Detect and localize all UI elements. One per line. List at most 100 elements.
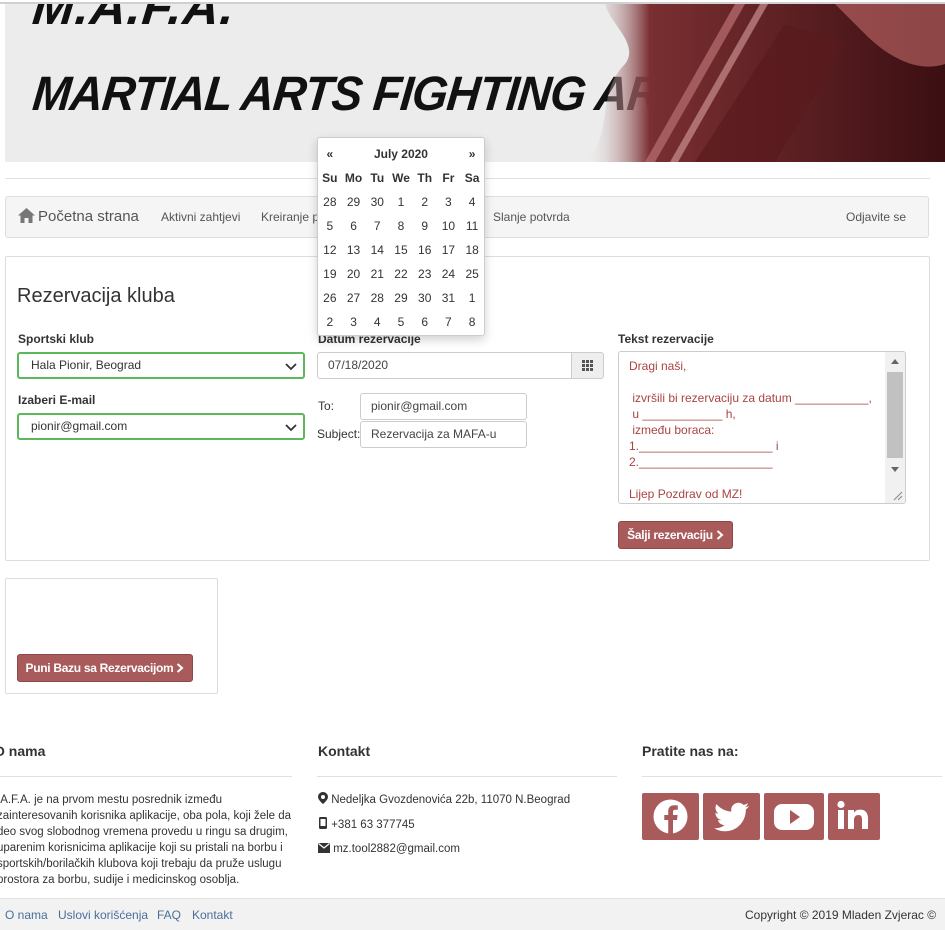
day-cell[interactable]: 7: [365, 214, 389, 238]
home-icon: [18, 208, 35, 223]
day-cell[interactable]: 8: [460, 310, 484, 334]
datepicker-prev[interactable]: «: [318, 142, 342, 166]
scroll-thumb[interactable]: [887, 372, 903, 458]
linkedin-button[interactable]: [828, 793, 880, 840]
footer-link-faq[interactable]: FAQ: [157, 908, 181, 922]
day-cell[interactable]: 4: [460, 190, 484, 214]
day-cell[interactable]: 4: [365, 310, 389, 334]
day-cell[interactable]: 30: [413, 286, 437, 310]
club-select[interactable]: Hala Pionir, Beograd: [17, 352, 305, 379]
day-cell[interactable]: 26: [318, 286, 342, 310]
weekday: Fr: [442, 171, 455, 185]
email-select-value: pionir@gmail.com: [31, 419, 128, 433]
nav-item-active-requests[interactable]: Aktivni zahtjevi: [161, 197, 240, 237]
footer-link-about[interactable]: O nama: [5, 908, 48, 922]
footer-link-contact[interactable]: Kontakt: [192, 908, 233, 922]
day-cell[interactable]: 21: [365, 262, 389, 286]
chevron-right-icon: [177, 663, 184, 673]
day-cell[interactable]: 5: [389, 310, 413, 334]
day-cell[interactable]: 3: [437, 190, 461, 214]
fill-db-button[interactable]: Puni Bazu sa Rezervacijom: [17, 654, 193, 682]
chevron-right-icon: [716, 530, 724, 540]
textarea-scrollbar[interactable]: [885, 352, 905, 503]
day-cell[interactable]: 30: [365, 190, 389, 214]
subject-input[interactable]: Rezervacija za MAFA-u: [360, 421, 527, 448]
footer-contact-heading: Kontakt: [318, 743, 371, 759]
day-cell[interactable]: 5: [318, 214, 342, 238]
weekday: Th: [417, 171, 433, 185]
weekday: Tu: [370, 171, 385, 185]
facebook-button[interactable]: [642, 793, 699, 840]
day-cell[interactable]: 24: [437, 262, 461, 286]
day-cell[interactable]: 16: [413, 238, 437, 262]
copyright: Copyright © 2019 Mladen Zvjerac ©: [745, 908, 937, 922]
day-cell[interactable]: 27: [342, 286, 366, 310]
day-cell[interactable]: 15: [389, 238, 413, 262]
footer-address: Nedeljka Gvozdenovića 22b, 11070 N.Beogr…: [318, 792, 570, 808]
calendar-button[interactable]: [571, 352, 604, 379]
datepicker-popup: « July 2020 » Su Mo Tu We Th Fr Sa 28 29…: [317, 137, 485, 336]
day-cell[interactable]: 1: [460, 286, 484, 310]
day-cell[interactable]: 17: [437, 238, 461, 262]
reservation-text-area[interactable]: Dragi naši, izvršili bi rezervaciju za d…: [618, 351, 906, 504]
day-cell[interactable]: 31: [437, 286, 461, 310]
day-cell[interactable]: 28: [318, 190, 342, 214]
day-cell[interactable]: 19: [318, 262, 342, 286]
day-cell[interactable]: 11: [460, 214, 484, 238]
twitter-button[interactable]: [703, 793, 760, 840]
footer-email-text[interactable]: mz.tool2882@gmail.com: [333, 843, 460, 855]
weekday: Mo: [344, 171, 363, 185]
day-cell[interactable]: 3: [342, 310, 366, 334]
email-select[interactable]: pionir@gmail.com: [17, 413, 305, 440]
nav-home-label: Početna strana: [38, 208, 139, 225]
nav-home[interactable]: Početna strana: [18, 197, 139, 237]
day-cell[interactable]: 22: [389, 262, 413, 286]
twitter-icon: [714, 802, 749, 832]
phone-icon: [319, 817, 327, 829]
club-select-value: Hala Pionir, Beograd: [31, 358, 142, 372]
day-cell[interactable]: 13: [342, 238, 366, 262]
day-cell[interactable]: 14: [365, 238, 389, 262]
club-label: Sportski klub: [18, 332, 95, 346]
calendar-grid-icon: [582, 360, 593, 371]
day-cell[interactable]: 7: [437, 310, 461, 334]
datepicker-next[interactable]: »: [460, 142, 484, 166]
weekday: We: [392, 171, 410, 185]
page-title: Rezervacija kluba: [17, 285, 175, 307]
scroll-up-icon: [891, 359, 899, 364]
day-cell[interactable]: 2: [413, 190, 437, 214]
linkedin-icon: [837, 800, 868, 829]
day-cell[interactable]: 20: [342, 262, 366, 286]
day-cell[interactable]: 23: [413, 262, 437, 286]
banner-title-abbr: M.A.F.A.: [30, 4, 239, 35]
day-cell[interactable]: 29: [342, 190, 366, 214]
day-cell[interactable]: 9: [413, 214, 437, 238]
day-cell[interactable]: 6: [413, 310, 437, 334]
date-input[interactable]: 07/18/2020: [317, 352, 572, 379]
day-cell[interactable]: 6: [342, 214, 366, 238]
day-cell[interactable]: 25: [460, 262, 484, 286]
to-input[interactable]: pionir@gmail.com: [360, 393, 527, 420]
day-cell[interactable]: 18: [460, 238, 484, 262]
nav-logout[interactable]: Odjavite se: [846, 197, 906, 237]
day-cell[interactable]: 29: [389, 286, 413, 310]
nav-item-send-confirmation[interactable]: Slanje potvrda: [493, 197, 570, 237]
nav-item-create[interactable]: Kreiranje p: [261, 197, 319, 237]
day-cell[interactable]: 10: [437, 214, 461, 238]
send-reservation-button[interactable]: Šalji rezervaciju: [618, 521, 733, 549]
scroll-down-icon: [891, 467, 899, 472]
footer-link-terms[interactable]: Uslovi korišćenja: [58, 908, 148, 922]
day-cell[interactable]: 1: [389, 190, 413, 214]
day-cell[interactable]: 12: [318, 238, 342, 262]
weekday: Sa: [464, 171, 480, 185]
fighter-image: [585, 4, 945, 162]
youtube-button[interactable]: [764, 793, 824, 840]
divider: [642, 776, 942, 777]
divider: [317, 776, 617, 777]
resize-handle-icon[interactable]: [891, 489, 903, 501]
datepicker-month[interactable]: July 2020: [342, 142, 461, 166]
subject-label: Subject:: [317, 427, 361, 441]
day-cell[interactable]: 28: [365, 286, 389, 310]
day-cell[interactable]: 2: [318, 310, 342, 334]
day-cell[interactable]: 8: [389, 214, 413, 238]
